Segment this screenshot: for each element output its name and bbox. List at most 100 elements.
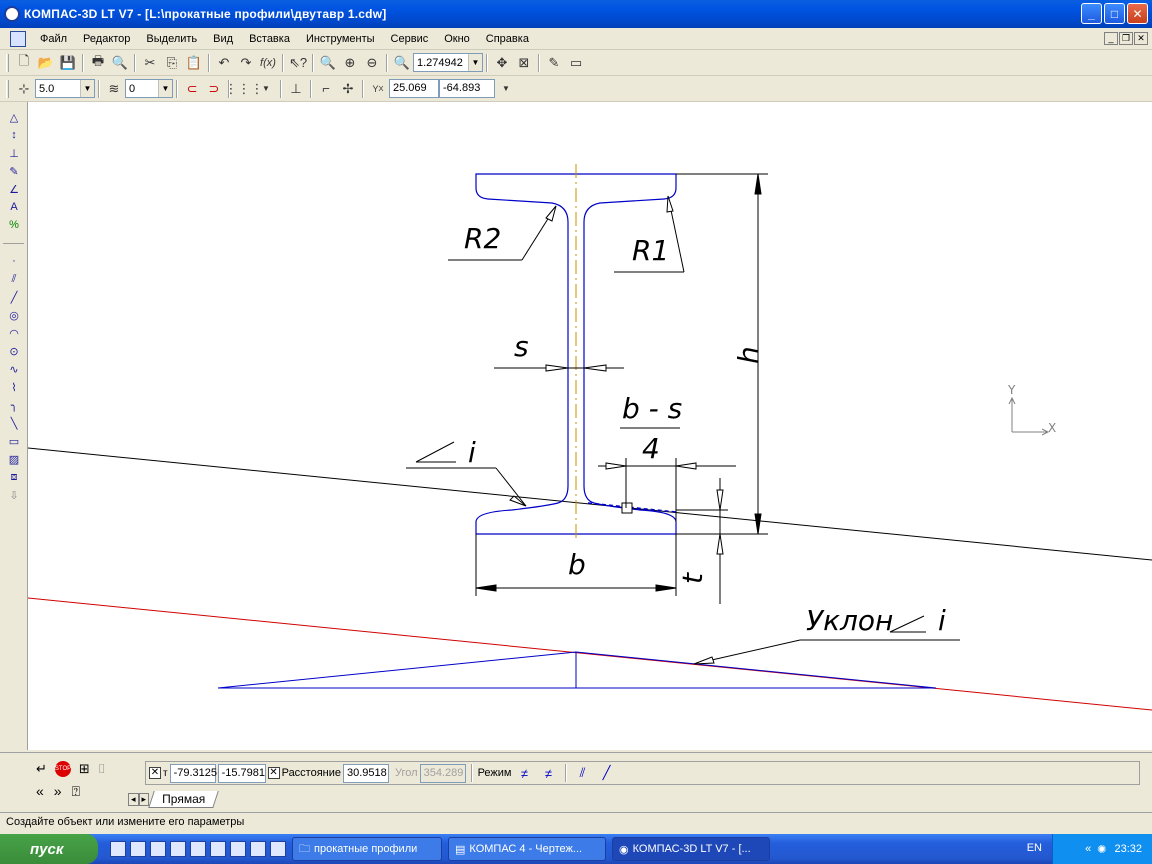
language-indicator[interactable]: EN [1027, 842, 1042, 854]
zoom-scale-icon[interactable]: 🔍 [391, 52, 413, 74]
tray-chevron-icon[interactable]: « [1085, 843, 1091, 855]
edit-tab-icon[interactable]: ✎ [3, 162, 25, 180]
ortho-icon[interactable]: ⌐ [315, 78, 337, 100]
chevron-down-icon[interactable]: ▼ [495, 78, 517, 100]
ie-icon[interactable] [130, 841, 146, 857]
dimension-s[interactable] [494, 364, 624, 372]
menu-tools[interactable]: Инструменты [298, 33, 383, 45]
menu-help[interactable]: Справка [478, 33, 537, 45]
params-tab-icon[interactable]: ∠ [3, 180, 25, 198]
doc-restore-button[interactable]: ❐ [1119, 32, 1133, 45]
mode-parallel-icon[interactable]: ≠ [514, 762, 536, 784]
tab-scroll-right-icon[interactable]: ▸ [138, 792, 150, 806]
geometry-tab-icon[interactable]: △ [3, 108, 25, 126]
media-icon[interactable] [270, 841, 286, 857]
coord-x-field[interactable]: -64.893 [439, 79, 495, 98]
zoom-combo[interactable]: 1.274942 ▼ [413, 53, 483, 72]
step-icon[interactable]: ⊹ [13, 78, 35, 100]
app-icon-3[interactable] [210, 841, 226, 857]
leader-angle-i[interactable] [406, 441, 527, 507]
t1-y-field[interactable]: -15.7981 [217, 763, 266, 783]
dimension-t[interactable] [676, 478, 728, 604]
zoom-out-icon[interactable]: ⊖ [361, 52, 383, 74]
task-kompas4[interactable]: ▤ КОМПАС 4 - Чертеж... [448, 837, 606, 861]
cut-icon[interactable]: ✂ [139, 52, 161, 74]
menu-window[interactable]: Окно [436, 33, 478, 45]
symbols-tab-icon[interactable]: ⊥ [3, 144, 25, 162]
prev-object-icon[interactable]: « [36, 783, 44, 800]
aux-line-icon[interactable]: ⫽ [3, 270, 25, 288]
menu-file[interactable]: Файл [32, 33, 75, 45]
app-icon-1[interactable] [170, 841, 186, 857]
undo-icon[interactable]: ↶ [213, 52, 235, 74]
ellipse-icon[interactable]: ⊙ [3, 342, 25, 360]
menu-edit[interactable]: Редактор [75, 33, 138, 45]
menu-view[interactable]: Вид [205, 33, 241, 45]
slope-line-red[interactable] [28, 597, 1152, 711]
chevron-down-icon[interactable]: ▼ [80, 80, 94, 97]
open-file-icon[interactable]: 📂 [35, 52, 57, 74]
polyline-icon[interactable]: ⌇ [3, 378, 25, 396]
title-bar[interactable]: КОМПАС-3D LT V7 - [L:\прокатные профили\… [0, 0, 1152, 28]
aux-line-black[interactable] [28, 447, 1152, 561]
doc-close-button[interactable]: ✕ [1134, 32, 1148, 45]
pan-icon[interactable]: ✥ [491, 52, 513, 74]
tab-line[interactable]: Прямая [148, 790, 219, 808]
tray-app-icon[interactable]: ✺ [1097, 843, 1106, 856]
redo-icon[interactable]: ↷ [235, 52, 257, 74]
excel-icon[interactable] [230, 841, 246, 857]
copy-icon[interactable]: ⎘ [161, 52, 183, 74]
stop-icon[interactable]: STOP [54, 761, 71, 777]
snap-grid-icon[interactable]: ⊞ [79, 761, 90, 777]
selection-marker-icon[interactable] [621, 502, 633, 514]
scroll-down-icon[interactable]: ⇩ [3, 486, 25, 504]
menu-service[interactable]: Сервис [383, 33, 437, 45]
point-icon[interactable]: · [3, 252, 25, 270]
grid-icon[interactable]: ⋮⋮⋮ [225, 78, 264, 100]
print-preview-icon[interactable]: 🔍 [109, 52, 131, 74]
local-cs-icon[interactable]: ⊥ [285, 78, 307, 100]
zoom-fit-icon[interactable]: ⊠ [513, 52, 535, 74]
cursor-icon[interactable]: ✢ [337, 78, 359, 100]
desktop-icon[interactable] [110, 841, 126, 857]
help-pointer-icon[interactable]: ⇖? [287, 52, 309, 74]
arc-icon[interactable]: ◠ [3, 324, 25, 342]
t1-checkbox[interactable]: ✕ [149, 767, 161, 779]
start-button[interactable]: пуск [0, 834, 98, 864]
next-object-icon[interactable]: » [54, 783, 62, 800]
t1-x-field[interactable]: -79.3125 [169, 763, 217, 783]
coord-y-field[interactable]: 25.069 [389, 79, 439, 98]
distance-field[interactable]: 30.9518 [343, 763, 390, 783]
display-options-icon[interactable]: ▭ [565, 52, 587, 74]
circle-icon[interactable]: ◎ [3, 306, 25, 324]
snap-icon[interactable]: ⊂ [181, 78, 203, 100]
enter-icon[interactable]: ↵ [36, 761, 47, 777]
help-icon[interactable]: ⍰ [72, 783, 80, 800]
minimize-button[interactable]: _ [1081, 3, 1102, 24]
chamfer-icon[interactable]: ╲ [3, 414, 25, 432]
dimensions-tab-icon[interactable]: ↕ [3, 126, 25, 144]
chevron-down-icon[interactable]: ▼ [158, 80, 172, 97]
word-icon[interactable] [250, 841, 266, 857]
explorer-icon[interactable] [150, 841, 166, 857]
print-icon[interactable]: 🖶 [87, 52, 109, 74]
new-file-icon[interactable]: 🗋 [13, 52, 35, 74]
rectangle-icon[interactable]: ▭ [3, 432, 25, 450]
maximize-button[interactable]: □ [1104, 3, 1125, 24]
local-snap-icon[interactable]: ⊃ [203, 78, 225, 100]
close-button[interactable]: ✕ [1127, 3, 1148, 24]
layer-combo[interactable]: 0 ▼ [125, 79, 173, 98]
camera-icon[interactable]: ⌷ [98, 761, 106, 777]
select-tab-icon[interactable]: % [3, 216, 25, 234]
parallel-lines-icon[interactable]: ⫽ [572, 762, 594, 784]
tab-scroll-left-icon[interactable]: ◂ [128, 792, 139, 806]
task-kompas3d[interactable]: ◉ КОМПАС-3D LT V7 - [... [612, 837, 770, 861]
app-icon-2[interactable] [190, 841, 206, 857]
single-line-icon[interactable]: ╱ [596, 762, 618, 784]
zoom-in-icon[interactable]: ⊕ [339, 52, 361, 74]
distance-checkbox[interactable]: ✕ [267, 767, 280, 779]
layers-icon[interactable]: ≋ [103, 78, 125, 100]
measure-tab-icon[interactable]: A [3, 198, 25, 216]
task-folder[interactable]: 🗀 прокатные профили [292, 837, 442, 861]
spline-icon[interactable]: ∿ [3, 360, 25, 378]
